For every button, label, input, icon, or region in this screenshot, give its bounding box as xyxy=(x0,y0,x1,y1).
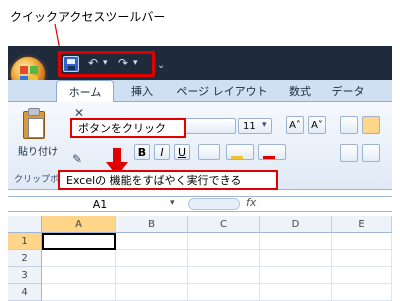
cell[interactable] xyxy=(42,250,116,267)
name-box[interactable]: A1 xyxy=(10,197,190,211)
insert-function-icon[interactable]: fx xyxy=(246,196,256,209)
cell[interactable] xyxy=(116,267,188,284)
grow-font-button[interactable]: A˄ xyxy=(286,116,304,134)
cell[interactable] xyxy=(260,233,332,250)
cell[interactable] xyxy=(188,284,260,301)
font-size-dropdown-icon[interactable]: ▾ xyxy=(262,120,267,130)
column-header-d[interactable]: D xyxy=(260,216,332,233)
excel-feature-callout: Excelの 機能をすばやく実行できる xyxy=(58,170,278,190)
cell[interactable] xyxy=(42,267,116,284)
font-name-box[interactable] xyxy=(184,118,236,134)
cell[interactable] xyxy=(116,284,188,301)
cell[interactable] xyxy=(332,267,392,284)
undo-icon[interactable]: ↶ xyxy=(88,56,98,70)
column-header-b[interactable]: B xyxy=(116,216,188,233)
paste-icon[interactable] xyxy=(18,108,48,142)
borders-button[interactable] xyxy=(198,144,220,160)
cell[interactable] xyxy=(260,284,332,301)
redo-icon[interactable]: ↷ xyxy=(118,56,128,70)
redo-dropdown-icon[interactable]: ▾ xyxy=(133,58,138,68)
cell[interactable] xyxy=(332,250,392,267)
font-color-button[interactable] xyxy=(258,144,286,160)
align-center-button[interactable] xyxy=(362,144,380,162)
format-painter-icon[interactable]: ✎ xyxy=(72,152,82,166)
customize-qat-icon[interactable]: ⌄ xyxy=(157,60,165,71)
tab-data[interactable]: データ xyxy=(328,80,368,102)
tab-insert[interactable]: 挿入 xyxy=(122,80,162,102)
underline-button[interactable]: U xyxy=(174,144,190,160)
italic-button[interactable]: I xyxy=(154,144,170,160)
tab-page-layout[interactable]: ページ レイアウト xyxy=(172,80,272,102)
cell[interactable] xyxy=(188,233,260,250)
row-header-2[interactable]: 2 xyxy=(8,250,42,267)
cells-area[interactable] xyxy=(42,233,392,301)
save-icon[interactable] xyxy=(63,56,79,72)
formula-bar-slider[interactable] xyxy=(188,198,240,210)
tab-home[interactable]: ホーム xyxy=(56,80,114,102)
align-left-button[interactable] xyxy=(340,144,358,162)
cell[interactable] xyxy=(332,284,392,301)
column-header-e[interactable]: E xyxy=(332,216,392,233)
name-box-dropdown-icon[interactable]: ▾ xyxy=(170,198,175,208)
align-middle-button[interactable] xyxy=(362,116,380,134)
row-header-1[interactable]: 1 xyxy=(8,233,42,250)
cell[interactable] xyxy=(260,267,332,284)
qat-callout-text: クイックアクセスツールバー xyxy=(10,10,166,24)
clipboard-group-label: クリップボ xyxy=(14,175,60,185)
align-top-button[interactable] xyxy=(340,116,358,134)
fill-color-button[interactable] xyxy=(226,144,254,160)
shrink-font-button[interactable]: A˅ xyxy=(308,116,326,134)
cell[interactable] xyxy=(188,267,260,284)
row-header-4[interactable]: 4 xyxy=(8,284,42,301)
cell[interactable] xyxy=(116,233,188,250)
select-all-corner[interactable] xyxy=(8,216,42,233)
column-header-c[interactable]: C xyxy=(188,216,260,233)
undo-dropdown-icon[interactable]: ▾ xyxy=(103,58,108,68)
cell[interactable] xyxy=(332,233,392,250)
click-button-callout: ボタンをクリック xyxy=(70,118,186,138)
formula-input[interactable] xyxy=(264,197,390,211)
active-cell-a1[interactable] xyxy=(42,233,116,250)
cell[interactable] xyxy=(260,250,332,267)
column-header-a[interactable]: A xyxy=(42,216,116,233)
cell[interactable] xyxy=(188,250,260,267)
paste-label[interactable]: 貼り付け xyxy=(18,143,58,158)
cell[interactable] xyxy=(42,284,116,301)
tab-formulas[interactable]: 数式 xyxy=(280,80,320,102)
bold-button[interactable]: B xyxy=(134,144,150,160)
cell[interactable] xyxy=(116,250,188,267)
row-header-3[interactable]: 3 xyxy=(8,267,42,284)
